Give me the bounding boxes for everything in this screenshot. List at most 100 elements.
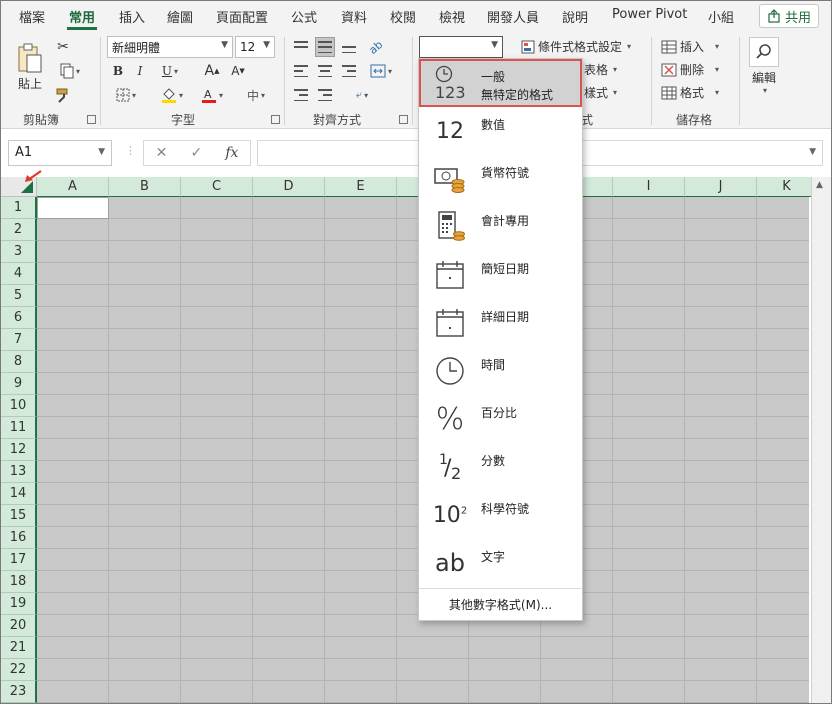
insert-function-button[interactable]: fx [225, 145, 238, 161]
tab-view[interactable]: 檢視 [439, 7, 465, 26]
conditional-formatting-button[interactable]: 條件式格式設定 ▾ [521, 38, 631, 55]
clipboard-launcher-icon[interactable] [87, 115, 96, 124]
column-header[interactable]: I [613, 177, 685, 197]
drag-handle-icon[interactable]: ⋮ [125, 144, 136, 157]
phonetic-button[interactable]: 中 ▾ [239, 85, 273, 105]
name-box[interactable]: A1 ▼ [8, 140, 112, 166]
number-format-option[interactable]: 12 數值 [419, 107, 582, 155]
column-header[interactable]: B [109, 177, 181, 197]
tab-page-layout[interactable]: 頁面配置 [216, 7, 268, 26]
enter-check-icon[interactable]: ✓ [190, 145, 202, 161]
row-header[interactable]: 6 [1, 307, 37, 329]
row-header[interactable]: 8 [1, 351, 37, 373]
row-header[interactable]: 23 [1, 681, 37, 703]
align-right-button[interactable] [339, 61, 359, 81]
tab-developer[interactable]: 開發人員 [487, 7, 539, 26]
borders-button[interactable]: ▾ [109, 85, 143, 105]
number-format-option[interactable]: 簡短日期 [419, 251, 582, 299]
column-header[interactable]: E [325, 177, 397, 197]
format-painter-button[interactable] [53, 85, 73, 105]
align-middle-button[interactable] [315, 37, 335, 57]
number-format-option[interactable]: 會計專用 [419, 203, 582, 251]
decrease-indent-button[interactable] [291, 85, 311, 105]
align-center-button[interactable] [315, 61, 335, 81]
shrink-font-button[interactable]: A ▼ [227, 61, 249, 81]
number-format-option[interactable]: 123 一般 無特定的格式 [419, 59, 582, 107]
row-header[interactable]: 22 [1, 659, 37, 681]
alignment-launcher-icon[interactable] [399, 115, 408, 124]
column-header[interactable]: C [181, 177, 253, 197]
tab-review[interactable]: 校閱 [390, 7, 416, 26]
tab-file[interactable]: 檔案 [19, 7, 45, 26]
tab-help[interactable]: 說明 [562, 7, 588, 26]
tab-draw[interactable]: 繪圖 [167, 7, 193, 26]
tab-power-pivot[interactable]: Power Pivot [612, 7, 687, 22]
row-header[interactable]: 9 [1, 373, 37, 395]
row-header[interactable]: 17 [1, 549, 37, 571]
column-header[interactable]: A [37, 177, 109, 197]
more-number-formats-button[interactable]: 其他數字格式(M)... [419, 588, 582, 620]
number-format-option[interactable]: 102 科學符號 [419, 491, 582, 539]
editing-button[interactable]: 編輯 ▾ [752, 69, 776, 95]
row-header[interactable]: 1 [1, 197, 37, 219]
delete-cells-button[interactable]: 刪除 ▾ [661, 61, 719, 78]
column-header[interactable]: K [757, 177, 817, 197]
column-header[interactable]: D [253, 177, 325, 197]
wrap-text-button[interactable]: ⤶ ▾ [347, 85, 377, 105]
row-header[interactable]: 13 [1, 461, 37, 483]
tab-formulas[interactable]: 公式 [291, 7, 317, 26]
number-format-combo[interactable]: ▼ [419, 36, 503, 58]
font-name-combo[interactable]: 新細明體 ▼ [107, 36, 233, 58]
row-header[interactable]: 7 [1, 329, 37, 351]
format-as-table-button[interactable]: 表格 ▾ [584, 61, 617, 78]
align-left-button[interactable] [291, 61, 311, 81]
cell-styles-button[interactable]: 樣式 ▾ [584, 84, 617, 101]
grow-font-button[interactable]: A ▲ [201, 61, 223, 81]
row-header[interactable]: 14 [1, 483, 37, 505]
tab-data[interactable]: 資料 [341, 7, 367, 26]
font-color-button[interactable]: A ▾ [195, 85, 229, 105]
underline-button[interactable]: U ▾ [153, 61, 187, 81]
column-header[interactable]: J [685, 177, 757, 197]
bold-button[interactable]: B [109, 61, 127, 81]
scroll-up-icon[interactable]: ▲ [816, 180, 823, 190]
cut-button[interactable]: ✂ [53, 37, 73, 57]
active-cell-a1[interactable] [37, 197, 109, 219]
format-cells-button[interactable]: 格式 ▾ [661, 84, 719, 101]
number-format-option[interactable]: % 百分比 [419, 395, 582, 443]
align-bottom-button[interactable] [339, 37, 359, 57]
share-button[interactable]: 共用 [759, 4, 819, 28]
cancel-icon[interactable]: ✕ [156, 145, 168, 161]
copy-button[interactable]: ▾ [53, 61, 87, 81]
row-header[interactable]: 20 [1, 615, 37, 637]
row-header[interactable]: 16 [1, 527, 37, 549]
orientation-button[interactable]: ab [365, 37, 387, 57]
row-header[interactable]: 12 [1, 439, 37, 461]
row-header[interactable]: 15 [1, 505, 37, 527]
tab-insert[interactable]: 插入 [119, 7, 145, 26]
fill-color-button[interactable]: ▾ [155, 85, 189, 105]
row-header[interactable]: 10 [1, 395, 37, 417]
align-top-button[interactable] [291, 37, 311, 57]
paste-button[interactable]: 貼上 [13, 37, 47, 97]
row-header[interactable]: 11 [1, 417, 37, 439]
tab-team[interactable]: 小組 [708, 7, 734, 26]
find-button[interactable] [749, 37, 779, 67]
row-header[interactable]: 2 [1, 219, 37, 241]
italic-button[interactable]: I [131, 61, 149, 81]
font-size-combo[interactable]: 12 ▼ [235, 36, 275, 58]
expand-formula-icon[interactable]: ▼ [809, 147, 816, 157]
tab-home[interactable]: 常用 [69, 7, 95, 26]
font-launcher-icon[interactable] [271, 115, 280, 124]
number-format-option[interactable]: 時間 [419, 347, 582, 395]
row-header[interactable]: 21 [1, 637, 37, 659]
row-header[interactable]: 4 [1, 263, 37, 285]
number-format-option[interactable]: 詳細日期 [419, 299, 582, 347]
number-format-option[interactable]: 1/2 分數 [419, 443, 582, 491]
vertical-scrollbar[interactable]: ▲ [811, 177, 831, 703]
insert-cells-button[interactable]: 插入 ▾ [661, 38, 719, 55]
number-format-option[interactable]: 貨幣符號 [419, 155, 582, 203]
number-format-option[interactable]: ab 文字 [419, 539, 582, 587]
increase-indent-button[interactable] [315, 85, 335, 105]
row-header[interactable]: 5 [1, 285, 37, 307]
